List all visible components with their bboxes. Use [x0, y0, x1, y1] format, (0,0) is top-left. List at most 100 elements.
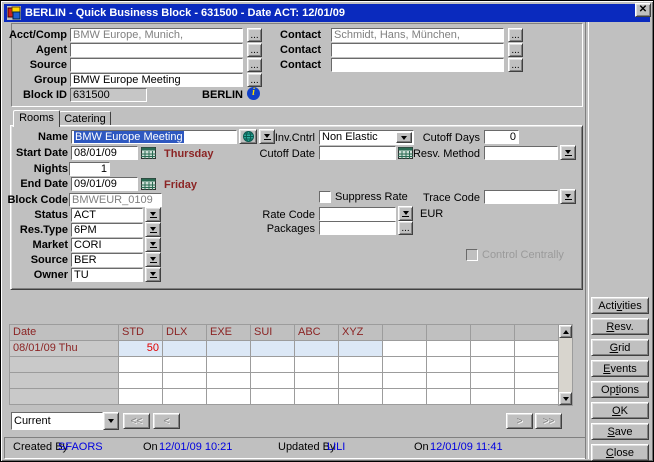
grid-view-combo-arrow[interactable]	[103, 412, 119, 430]
grid-cell[interactable]	[119, 389, 163, 405]
info-icon[interactable]: i	[247, 87, 260, 100]
agent-field[interactable]	[70, 43, 243, 57]
grid-cell[interactable]	[119, 373, 163, 389]
grid-cell[interactable]	[207, 373, 251, 389]
rate-code-field[interactable]	[319, 207, 396, 221]
scroll-up-button[interactable]	[559, 325, 572, 338]
grid-cell[interactable]	[207, 389, 251, 405]
grid-cell[interactable]	[295, 373, 339, 389]
nights-field[interactable]: 1	[69, 162, 110, 176]
rate-code-dropdown-button[interactable]	[398, 206, 413, 221]
contact3-lookup-button[interactable]: ...	[508, 58, 523, 72]
packages-field[interactable]	[319, 221, 396, 235]
save-button[interactable]: Save	[591, 423, 649, 440]
ok-button[interactable]: OK	[591, 402, 649, 419]
start-date-field[interactable]: 08/01/09	[71, 146, 138, 160]
grid-next-button[interactable]: >	[506, 413, 533, 429]
source-lookup-button[interactable]: ...	[247, 58, 262, 72]
owner-dropdown-button[interactable]	[145, 267, 161, 282]
grid-cell[interactable]	[163, 341, 207, 357]
grid-cell[interactable]	[251, 341, 295, 357]
grid-cell[interactable]	[163, 389, 207, 405]
contact2-field[interactable]	[331, 43, 504, 57]
name-field[interactable]: BMW Europe Meeting	[71, 130, 237, 144]
grid-cell[interactable]	[207, 357, 251, 373]
owner-field[interactable]: TU	[71, 268, 143, 282]
grid-cell[interactable]	[295, 341, 339, 357]
grid-cell[interactable]	[471, 373, 515, 389]
close-window-button[interactable]: ✕	[635, 3, 651, 17]
grid-cell[interactable]	[207, 341, 251, 357]
grid-cell[interactable]	[295, 357, 339, 373]
grid-cell[interactable]	[251, 357, 295, 373]
acct-comp-lookup-button[interactable]: ...	[247, 28, 262, 42]
grid-cell[interactable]	[427, 389, 471, 405]
grid-cell[interactable]	[383, 357, 427, 373]
agent-lookup-button[interactable]: ...	[247, 43, 262, 57]
resv-method-field[interactable]	[484, 146, 558, 160]
source-field[interactable]: BER	[71, 253, 143, 267]
res-type-dropdown-button[interactable]	[145, 222, 161, 237]
grid-cell[interactable]	[339, 389, 383, 405]
grid-cell[interactable]	[383, 373, 427, 389]
status-field[interactable]: ACT	[71, 208, 143, 222]
status-dropdown-button[interactable]	[145, 207, 161, 222]
end-date-field[interactable]: 09/01/09	[71, 177, 138, 191]
group-field[interactable]: BMW Europe Meeting	[70, 73, 243, 87]
translate-globe-button[interactable]	[239, 129, 257, 144]
grid-date-cell[interactable]: 08/01/09 Thu	[10, 341, 119, 357]
grid-last-button[interactable]: >>	[535, 413, 562, 429]
grid-cell[interactable]	[515, 341, 559, 357]
grid-cell[interactable]	[471, 341, 515, 357]
activities-button[interactable]: Activities	[591, 297, 649, 314]
grid-cell[interactable]	[515, 373, 559, 389]
source-header-field[interactable]	[70, 58, 243, 72]
grid-cell[interactable]	[339, 341, 383, 357]
combo-arrow-icon[interactable]	[396, 132, 412, 143]
grid-prev-button[interactable]: <	[153, 413, 180, 429]
options-button[interactable]: Options	[591, 381, 649, 398]
events-button[interactable]: Events	[591, 360, 649, 377]
grid-cell[interactable]	[471, 357, 515, 373]
grid-cell[interactable]	[427, 357, 471, 373]
cutoff-days-field[interactable]: 0	[484, 130, 519, 144]
source-dropdown-button[interactable]	[145, 252, 161, 267]
resv-method-dropdown-button[interactable]	[560, 145, 576, 160]
grid-cell[interactable]	[471, 389, 515, 405]
grid-cell[interactable]	[383, 341, 427, 357]
grid-date-cell[interactable]	[10, 389, 119, 405]
tab-catering[interactable]: Catering	[59, 111, 111, 126]
grid-cell[interactable]	[515, 357, 559, 373]
trace-code-dropdown-button[interactable]	[560, 189, 576, 204]
contact3-field[interactable]	[331, 58, 504, 72]
grid-cell[interactable]	[427, 341, 471, 357]
title-bar[interactable]: BERLIN - Quick Business Block - 631500 -…	[4, 4, 650, 22]
contact1-field[interactable]: Schmidt, Hans, München,	[331, 28, 504, 42]
scroll-down-button[interactable]	[559, 392, 572, 405]
grid-cell[interactable]	[339, 357, 383, 373]
grid-cell[interactable]	[251, 389, 295, 405]
grid-cell[interactable]	[251, 373, 295, 389]
grid-cell[interactable]	[339, 373, 383, 389]
grid-scrollbar[interactable]	[558, 324, 573, 406]
cutoff-date-field[interactable]	[319, 146, 396, 160]
grid-button[interactable]: Grid	[591, 339, 649, 356]
packages-lookup-button[interactable]: ...	[398, 221, 413, 235]
calendar-icon-start[interactable]	[141, 147, 156, 159]
grid-cell[interactable]	[383, 389, 427, 405]
trace-code-field[interactable]	[484, 190, 558, 204]
grid-first-button[interactable]: <<	[123, 413, 150, 429]
block-code-field[interactable]: BMWEUR_0109	[69, 193, 162, 207]
grid-cell[interactable]	[427, 373, 471, 389]
contact2-lookup-button[interactable]: ...	[508, 43, 523, 57]
tab-rooms[interactable]: Rooms	[13, 110, 60, 127]
acct-comp-field[interactable]: BMW Europe, Munich,	[70, 28, 243, 42]
contact1-lookup-button[interactable]: ...	[508, 28, 523, 42]
market-dropdown-button[interactable]	[145, 237, 161, 252]
calendar-icon-end[interactable]	[141, 178, 156, 190]
grid-cell[interactable]	[163, 373, 207, 389]
inv-cntrl-select[interactable]: Non Elastic	[319, 130, 414, 145]
grid-cell[interactable]	[295, 389, 339, 405]
grid-cell[interactable]	[163, 357, 207, 373]
res-type-field[interactable]: 6PM	[71, 223, 143, 237]
